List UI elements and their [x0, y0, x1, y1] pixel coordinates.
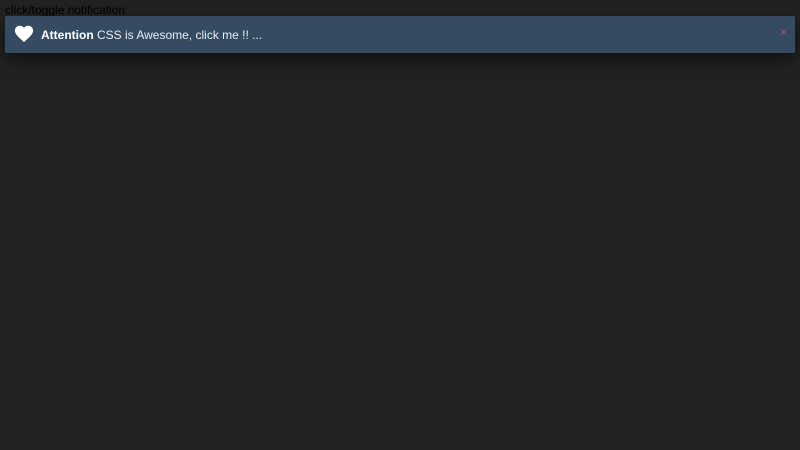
- notification-title: Attention: [41, 27, 94, 42]
- heart-icon: [13, 23, 35, 43]
- notification-message: Attention CSS is Awesome, click me !! ..…: [41, 28, 262, 42]
- page: click/toggle notification Attention CSS …: [0, 0, 800, 450]
- close-button[interactable]: ×: [780, 25, 787, 39]
- notification-banner[interactable]: Attention CSS is Awesome, click me !! ..…: [5, 16, 795, 53]
- toggle-notification-link[interactable]: click/toggle notification: [5, 3, 125, 17]
- notification-body: CSS is Awesome, click me !! ...: [97, 27, 263, 42]
